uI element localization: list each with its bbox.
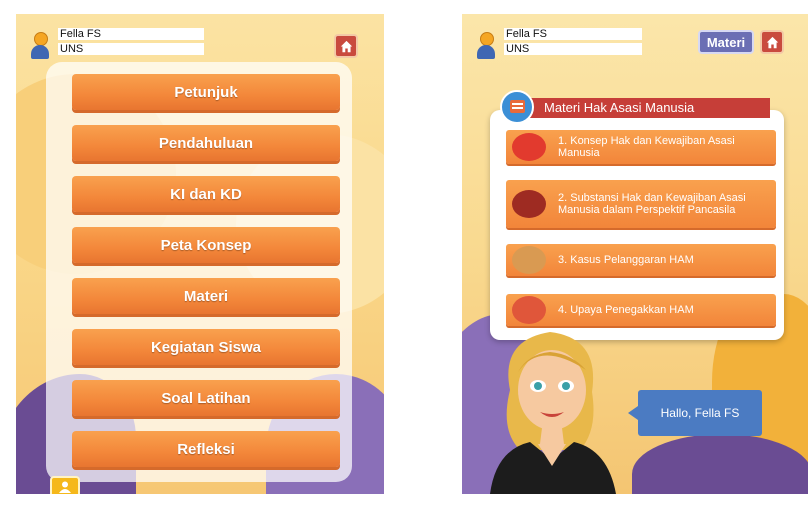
scales-icon [512,133,546,161]
materi-button[interactable]: Materi [698,30,754,54]
user-name: Fella FS [504,28,642,40]
topic-button-1[interactable]: 1. Konsep Hak dan Kewajiban Asasi Manusi… [506,130,776,164]
avatar-icon [476,32,496,62]
user-icon [59,481,71,493]
user-school: UNS [504,43,642,55]
greeting-bubble: Hallo, Fella FS [628,390,762,436]
menu-button-refleksi[interactable]: Refleksi [72,431,340,467]
menu-button-soal-latihan[interactable]: Soal Latihan [72,380,340,416]
menu-button-petunjuk[interactable]: Petunjuk [72,74,340,110]
home-icon [766,36,778,48]
book-icon [500,90,534,124]
topic-label: 4. Upaya Penegakkan HAM [558,304,694,316]
topic-button-3[interactable]: 3. Kasus Pelanggaran HAM [506,244,776,276]
hands-icon [512,246,546,274]
menu-button-ki-kd[interactable]: KI dan KD [72,176,340,212]
teacher-character [490,332,616,494]
menu-button-pendahuluan[interactable]: Pendahuluan [72,125,340,161]
menu-button-materi[interactable]: Materi [72,278,340,314]
topic-button-2[interactable]: 2. Substansi Hak dan Kewajiban Asasi Man… [506,180,776,228]
menu-button-peta-konsep[interactable]: Peta Konsep [72,227,340,263]
profile-button[interactable] [50,476,80,494]
topic-label: 1. Konsep Hak dan Kewajiban Asasi Manusi… [558,135,735,159]
home-button[interactable] [334,34,358,58]
card-title: Materi Hak Asasi Manusia [506,98,770,118]
eagle-icon [512,190,546,218]
topic-label: 2. Substansi Hak dan Kewajiban Asasi Man… [558,192,746,216]
topic-label: 3. Kasus Pelanggaran HAM [558,254,694,266]
avatar-icon [30,32,50,62]
menu-button-kegiatan-siswa[interactable]: Kegiatan Siswa [72,329,340,365]
materi-screen: Fella FS UNS Materi Materi Hak Asasi Man… [462,14,808,494]
main-menu-screen: Fella FS UNS Petunjuk Pendahuluan KI dan… [16,14,384,494]
home-icon [340,40,352,52]
menu-panel: Petunjuk Pendahuluan KI dan KD Peta Kons… [46,62,352,482]
user-school: UNS [58,43,204,55]
home-button[interactable] [760,30,784,54]
user-name: Fella FS [58,28,204,40]
